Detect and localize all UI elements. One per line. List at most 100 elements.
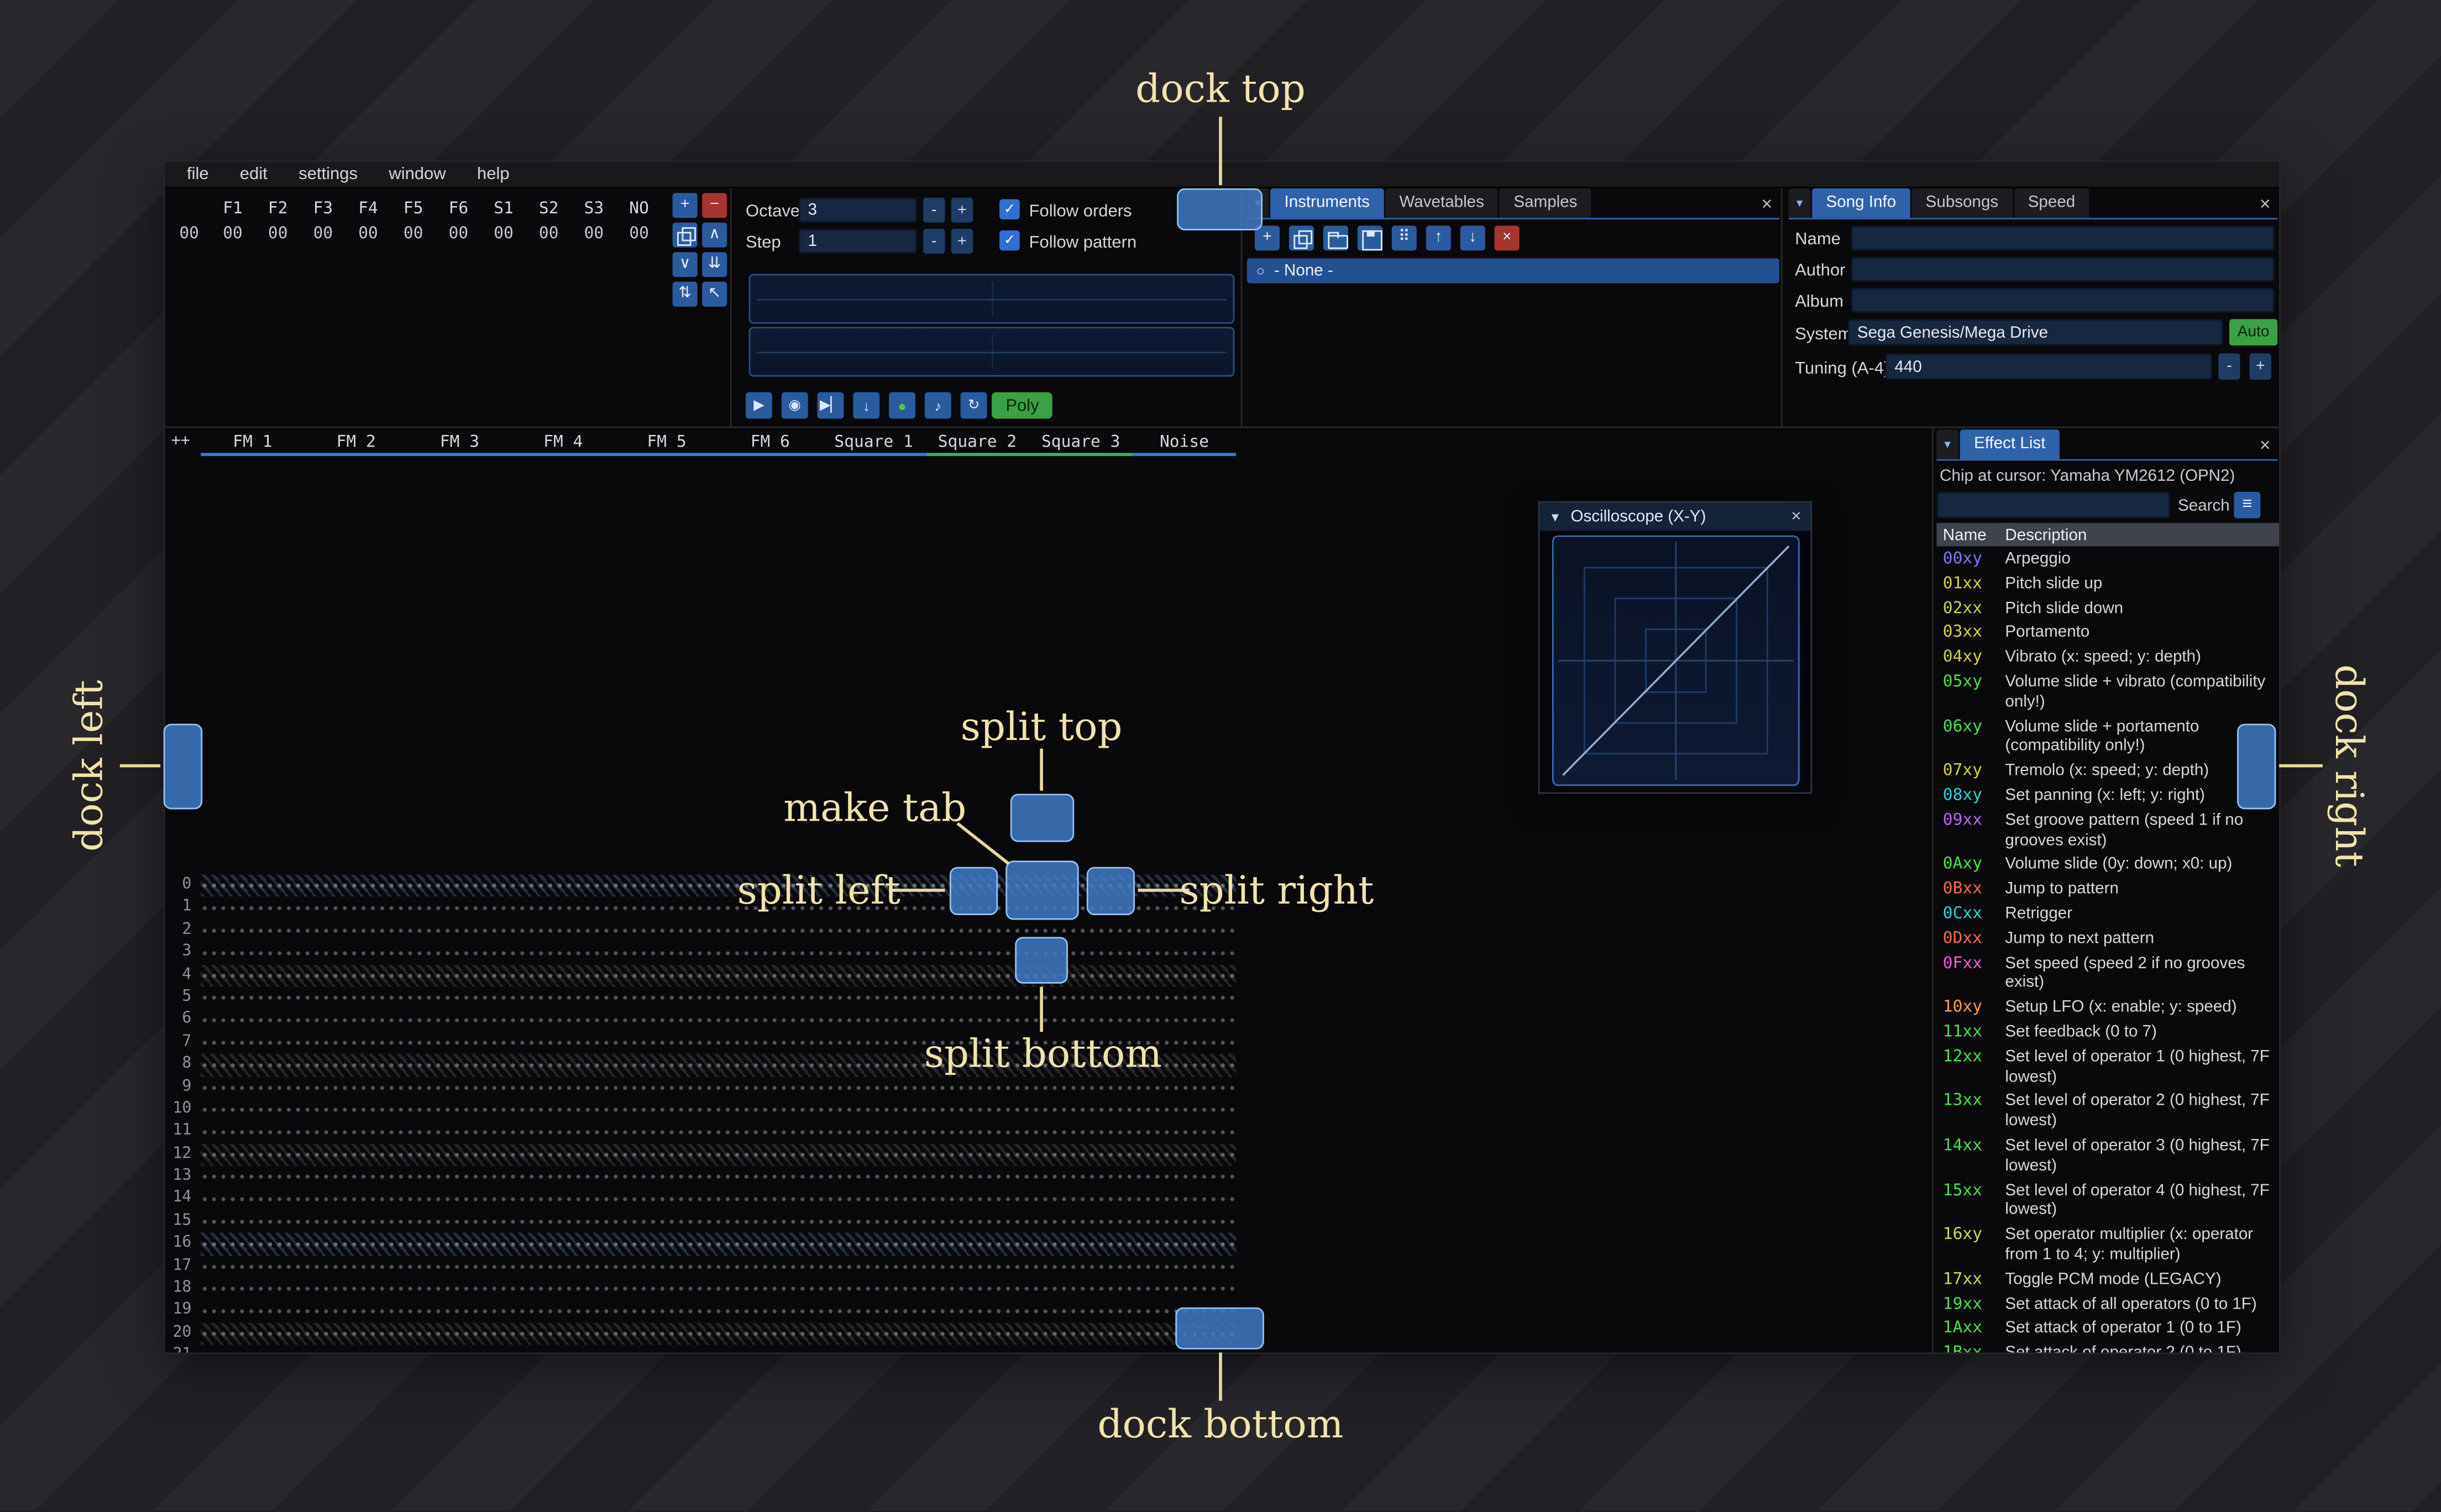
order-change-mode-button[interactable]: ⇅: [672, 281, 698, 307]
octave-increase-button[interactable]: +: [951, 197, 973, 223]
channel-header-square-1[interactable]: Square 1: [822, 429, 926, 456]
play-button[interactable]: ▶: [746, 392, 772, 419]
order-cell[interactable]: 00: [210, 224, 255, 243]
step-row-button[interactable]: ↓: [853, 392, 880, 419]
tab-speed[interactable]: Speed: [2014, 188, 2089, 218]
channel-header-fm-4[interactable]: FM 4: [511, 429, 615, 456]
menu-file[interactable]: file: [171, 162, 224, 187]
play-pattern-button[interactable]: ◉: [781, 392, 808, 419]
order-edit-mode-button[interactable]: ↖: [702, 281, 727, 307]
auto-system-button[interactable]: Auto: [2229, 319, 2278, 346]
instrument-folders-button[interactable]: ⠿: [1391, 225, 1417, 251]
pattern-row[interactable]: 12: [165, 1143, 1237, 1166]
menu-settings[interactable]: settings: [283, 162, 373, 187]
pattern-row[interactable]: 2: [165, 919, 1237, 942]
order-cell[interactable]: 00: [436, 224, 481, 243]
step-decrease-button[interactable]: -: [923, 229, 945, 254]
channel-header-square-2[interactable]: Square 2: [925, 429, 1029, 456]
tuning-decrease-button[interactable]: -: [2218, 353, 2240, 380]
oscilloscope-title-bar[interactable]: ▼ Oscilloscope (X-Y) ×: [1539, 502, 1811, 531]
menu-edit[interactable]: edit: [224, 162, 283, 187]
make-tab-target[interactable]: [1005, 860, 1079, 920]
tab-subsongs[interactable]: Subsongs: [1911, 188, 2013, 218]
effect-list-close-button[interactable]: ×: [2253, 429, 2277, 459]
pattern-row[interactable]: 17: [165, 1255, 1237, 1278]
collapse-icon[interactable]: ▼: [1549, 510, 1561, 523]
pattern-row[interactable]: 19: [165, 1300, 1237, 1323]
order-cell[interactable]: 00: [616, 224, 662, 243]
octave-input[interactable]: 3: [798, 197, 917, 223]
channel-header-fm-6[interactable]: FM 6: [718, 429, 823, 456]
effect-list-menu-button[interactable]: ≡: [2234, 491, 2261, 518]
order-cell[interactable]: 00: [526, 224, 572, 243]
tab-effect-list[interactable]: Effect List: [1960, 429, 2060, 459]
split-left-target[interactable]: [949, 867, 998, 916]
channel-header-fm-2[interactable]: FM 2: [304, 429, 408, 456]
follow-pattern-checkbox[interactable]: ✓: [999, 230, 1020, 251]
tuning-field[interactable]: 440: [1885, 353, 2213, 380]
order-cell[interactable]: 00: [391, 224, 436, 243]
album-field[interactable]: [1851, 288, 2275, 313]
pattern-row[interactable]: 14: [165, 1188, 1237, 1211]
order-cell[interactable]: 00: [301, 224, 346, 243]
pattern-row[interactable]: 21: [165, 1345, 1237, 1353]
tuning-increase-button[interactable]: +: [2249, 353, 2272, 380]
edit-record-button[interactable]: ●: [889, 392, 916, 419]
name-field[interactable]: [1851, 225, 2275, 251]
dock-right-target[interactable]: [2237, 723, 2276, 810]
move-instrument-up-button[interactable]: ↑: [1426, 225, 1451, 251]
system-field[interactable]: Sega Genesis/Mega Drive: [1847, 319, 2223, 346]
step-increase-button[interactable]: +: [951, 229, 973, 254]
menu-help[interactable]: help: [462, 162, 525, 187]
split-top-target[interactable]: [1010, 794, 1075, 842]
pattern-row[interactable]: 11: [165, 1121, 1237, 1144]
instrument-list-selected-row[interactable]: ○ - None -: [1246, 258, 1780, 284]
duplicate-instrument-button[interactable]: [1288, 225, 1314, 251]
instruments-close-button[interactable]: ×: [1754, 188, 1779, 218]
octave-decrease-button[interactable]: -: [923, 197, 945, 223]
save-instrument-button[interactable]: [1357, 225, 1382, 251]
dock-left-target[interactable]: [163, 723, 203, 810]
tab-instruments[interactable]: Instruments: [1270, 188, 1384, 218]
pattern-row[interactable]: 9: [165, 1076, 1237, 1099]
open-instrument-button[interactable]: [1323, 225, 1348, 251]
oscilloscope-xy-window[interactable]: ▼ Oscilloscope (X-Y) ×: [1538, 501, 1813, 794]
poly-button[interactable]: Poly: [992, 392, 1053, 419]
order-duplicate-button[interactable]: [672, 222, 698, 248]
order-cell[interactable]: 00: [255, 224, 301, 243]
effect-search-input[interactable]: [1936, 491, 2170, 518]
play-from-cursor-button[interactable]: ▶▏: [817, 392, 844, 419]
order-move-up-button[interactable]: ∧: [702, 222, 727, 248]
pattern-row[interactable]: 18: [165, 1278, 1237, 1300]
pattern-row[interactable]: 5: [165, 986, 1237, 1009]
pattern-row[interactable]: 10: [165, 1099, 1237, 1121]
chevron-down-icon[interactable]: ▾: [1788, 188, 1811, 218]
order-add-button[interactable]: +: [672, 193, 698, 218]
menu-window[interactable]: window: [373, 162, 462, 187]
pattern-expand-button[interactable]: ++: [171, 433, 190, 450]
oscilloscope-close-button[interactable]: ×: [1791, 507, 1801, 526]
order-cell[interactable]: 00: [345, 224, 391, 243]
tab-song-info[interactable]: Song Info: [1812, 188, 1910, 218]
dock-bottom-target[interactable]: [1175, 1307, 1264, 1350]
order-remove-button[interactable]: −: [702, 193, 727, 218]
channel-header-fm-1[interactable]: FM 1: [201, 429, 305, 456]
pattern-row[interactable]: 13: [165, 1166, 1237, 1189]
repeat-pattern-button[interactable]: ↻: [960, 392, 987, 419]
channel-header-noise[interactable]: Noise: [1132, 429, 1237, 456]
order-list-row[interactable]: 00 00 00 00 00 00 00 00 00 00 00: [168, 224, 662, 243]
song-info-close-button[interactable]: ×: [2253, 188, 2277, 218]
delete-instrument-button[interactable]: ×: [1494, 225, 1520, 251]
order-duplicate-end-button[interactable]: ⇊: [702, 252, 727, 277]
order-cell[interactable]: 00: [481, 224, 526, 243]
channel-header-fm-5[interactable]: FM 5: [615, 429, 719, 456]
follow-orders-checkbox[interactable]: ✓: [999, 199, 1020, 220]
dock-top-target[interactable]: [1177, 188, 1263, 230]
channel-header-square-3[interactable]: Square 3: [1029, 429, 1133, 456]
pattern-row[interactable]: 20: [165, 1322, 1237, 1345]
split-right-target[interactable]: [1086, 867, 1135, 916]
author-field[interactable]: [1851, 256, 2275, 282]
pattern-row[interactable]: 3: [165, 942, 1237, 964]
pattern-row[interactable]: 4: [165, 964, 1237, 987]
split-bottom-target[interactable]: [1015, 937, 1068, 984]
